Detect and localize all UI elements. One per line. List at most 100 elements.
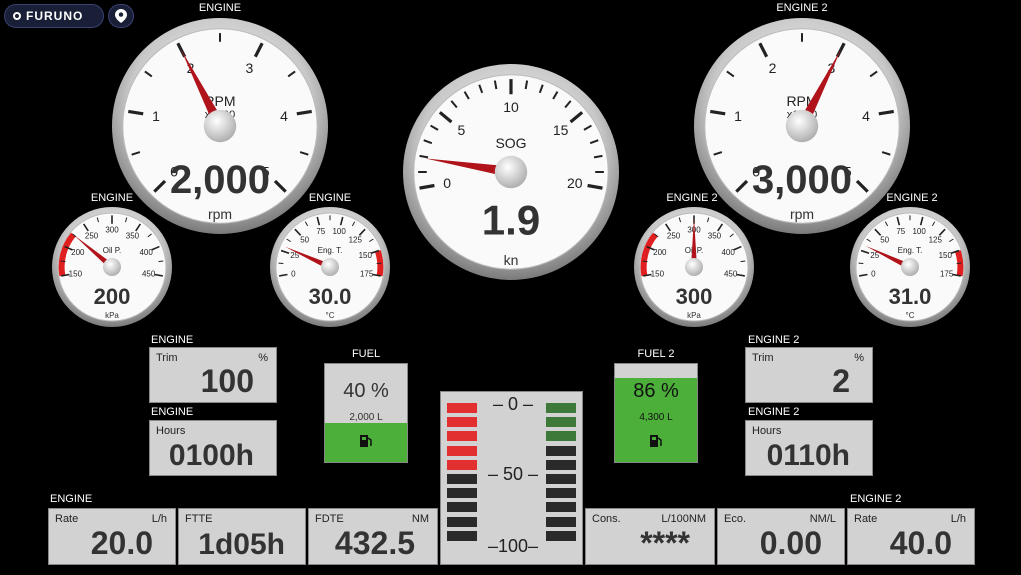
trim-left-bar: [447, 488, 477, 499]
tick-label: 175: [360, 269, 374, 278]
tick-label: 15: [553, 122, 569, 138]
hours1-value: 0100h: [168, 439, 254, 472]
trim-right-bar: [546, 502, 576, 513]
fdte-panel[interactable]: FDTE NM 432.5: [308, 508, 438, 565]
rate1-panel[interactable]: Rate L/h 20.0: [48, 508, 176, 565]
gauge-unit: rpm: [208, 206, 232, 222]
tick-label: 100: [912, 227, 926, 236]
trim-left-bar: [447, 502, 477, 513]
trim-left-bar: [447, 459, 477, 470]
rpm2-gauge: 012345RPMx10003,000rpm: [694, 18, 910, 234]
tick-label: 450: [724, 269, 738, 278]
tick-label: 200: [71, 248, 85, 257]
tick-label: 150: [359, 251, 373, 260]
furuno-logo-icon: [13, 12, 21, 20]
rpm1-gauge: 012345RPMx10002,000rpm: [112, 18, 328, 234]
trim-right-bar: [546, 445, 576, 456]
trim-left-bar: [447, 516, 477, 527]
trim-bar-label-50: – 50 –: [487, 464, 539, 484]
hours2-label: Hours: [752, 425, 782, 437]
furuno-logo[interactable]: FURUNO: [4, 4, 104, 28]
gauge-hub: [103, 258, 121, 276]
trim1-value: 100: [200, 363, 254, 399]
minor-tick: [60, 260, 66, 263]
fuel2-volume: 4,300 L: [639, 412, 673, 423]
gauge-hub: [494, 155, 528, 189]
rate2-panel[interactable]: Rate L/h 40.0: [847, 508, 975, 565]
tick-label: 200: [653, 248, 667, 257]
rate2-value: 40.0: [889, 525, 952, 561]
tick-label: 4: [280, 108, 288, 124]
tick-label: 50: [880, 236, 889, 245]
cons-unit: L/100NM: [661, 513, 706, 525]
trim-bar-indicator: – 0 – – 50 – –100–: [440, 391, 583, 565]
tick-label: 100: [332, 227, 346, 236]
gauge-unit: kPa: [687, 311, 701, 320]
trim-left-bar: [447, 474, 477, 484]
ftte-panel[interactable]: FTTE 1d05h: [178, 508, 306, 565]
gauge-hub: [785, 109, 819, 143]
rate1-label: Rate: [55, 513, 79, 525]
cons-panel[interactable]: Cons. L/100NM ****: [585, 508, 715, 565]
gauge-label: SOG: [495, 135, 526, 151]
gauge-unit: kPa: [105, 311, 119, 320]
rpm2-title: ENGINE 2: [776, 2, 828, 14]
trim2-panel[interactable]: Trim % 2: [745, 347, 873, 403]
fuel1-percent: 40 %: [343, 380, 389, 402]
fuel1-panel[interactable]: 40 % 2,000 L: [324, 363, 408, 463]
cons-label: Cons.: [592, 513, 621, 525]
minor-tick: [158, 260, 164, 263]
trim-bar-label-100: –100–: [487, 536, 539, 556]
tick-label: 4: [862, 108, 870, 124]
fuel2-title: FUEL 2: [637, 348, 675, 360]
fuel1-volume: 2,000 L: [349, 412, 383, 423]
brand-name: FURUNO: [26, 9, 84, 23]
trim-left-bar: [447, 445, 477, 456]
gauge-value: 30.0: [309, 284, 352, 309]
fdte-value: 432.5: [334, 525, 415, 561]
gauge-hub: [203, 109, 237, 143]
gauge-hub: [685, 258, 703, 276]
tick-label: 0: [291, 269, 296, 278]
fdte-unit: NM: [411, 513, 429, 525]
tick-label: 150: [651, 269, 665, 278]
tick-label: 3: [246, 60, 254, 76]
rpm1-title: ENGINE: [198, 2, 242, 14]
gauge-label: Eng. T.: [898, 246, 923, 255]
bottom1-title: ENGINE: [50, 493, 93, 505]
trim-right-bar: [546, 403, 576, 413]
tick-label: 250: [667, 232, 681, 241]
tick-label: 10: [503, 99, 519, 115]
gauge-unit: kn: [504, 252, 519, 268]
gauge-value: 31.0: [889, 284, 932, 309]
gauge-value: 2,000: [170, 158, 270, 202]
trim-left-bar: [447, 403, 477, 413]
hours2-panel[interactable]: Hours 0110h: [745, 420, 873, 476]
hours1-label: Hours: [156, 425, 186, 437]
hours2-title: ENGINE 2: [748, 406, 800, 418]
bottom2-title: ENGINE 2: [850, 493, 902, 505]
trim-right-bar: [546, 530, 576, 541]
fuel-pump-icon: [615, 433, 697, 454]
fuel2-percent: 86 %: [633, 380, 679, 402]
hours1-panel[interactable]: Hours 0100h: [149, 420, 277, 476]
gauge-value: 200: [94, 284, 131, 309]
trim-right-bar: [546, 488, 576, 499]
trim1-panel[interactable]: Trim % 100: [149, 347, 277, 403]
tick-label: 450: [142, 269, 156, 278]
gauge-unit: °C: [906, 311, 915, 320]
fuel2-panel[interactable]: 86 % 4,300 L: [614, 363, 698, 463]
cons-value: ****: [640, 525, 690, 561]
gauge-value: 300: [676, 284, 713, 309]
gauge-hub: [321, 258, 339, 276]
trim-right-bar: [546, 417, 576, 428]
tick-label: 150: [69, 269, 83, 278]
sog-gauge: 0 5 10 15 20 SOG 1.9 kn: [403, 64, 619, 280]
tick-label: 1: [152, 108, 160, 124]
tick-label: 5: [457, 122, 465, 138]
ftte-label: FTTE: [185, 513, 213, 525]
eco-panel[interactable]: Eco. NM/L 0.00: [717, 508, 845, 565]
tick-label: 125: [929, 236, 943, 245]
trim-right-bar: [546, 459, 576, 470]
fdte-label: FDTE: [315, 513, 344, 525]
